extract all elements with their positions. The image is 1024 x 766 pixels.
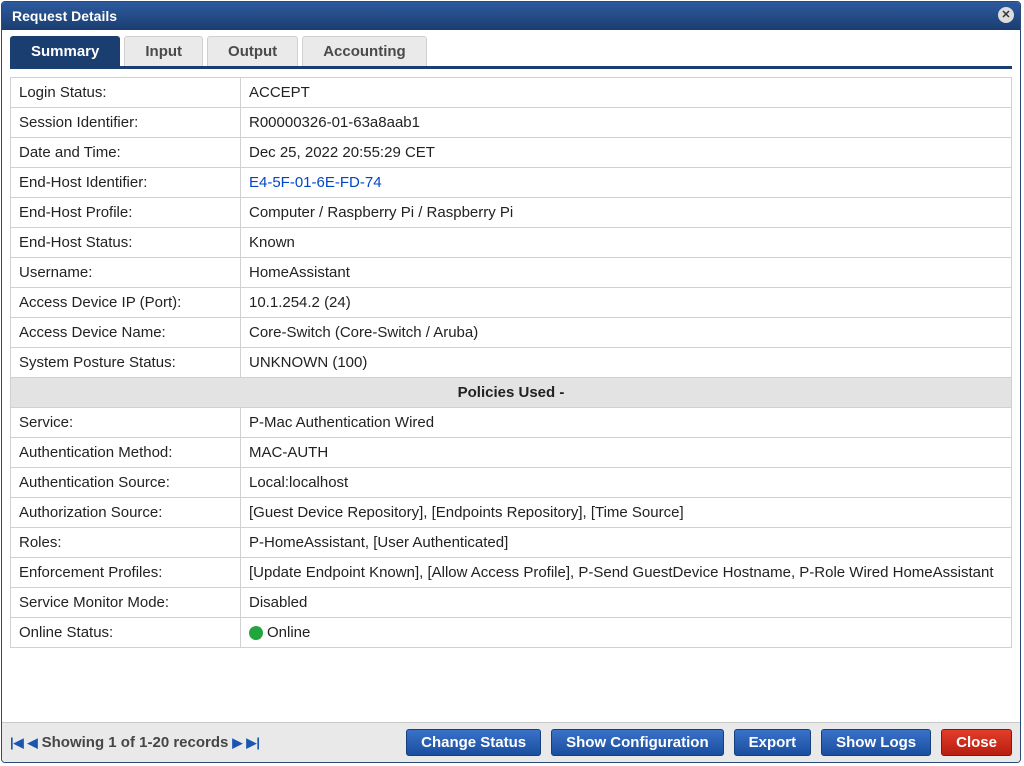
row-value: [Update Endpoint Known], [Allow Access P… [241, 558, 1012, 588]
row-label: Session Identifier: [11, 108, 241, 138]
table-row: Service Monitor Mode:Disabled [11, 588, 1012, 618]
row-value: P-HomeAssistant, [User Authenticated] [241, 528, 1012, 558]
row-value: Dec 25, 2022 20:55:29 CET [241, 138, 1012, 168]
row-value: Disabled [241, 588, 1012, 618]
table-row: System Posture Status:UNKNOWN (100) [11, 348, 1012, 378]
row-value: ACCEPT [241, 78, 1012, 108]
table-row: Service:P-Mac Authentication Wired [11, 408, 1012, 438]
row-label: Authentication Source: [11, 468, 241, 498]
table-row: Session Identifier:R00000326-01-63a8aab1 [11, 108, 1012, 138]
tab-accounting[interactable]: Accounting [302, 36, 427, 66]
policies-header: Policies Used - [11, 378, 1012, 408]
row-label: Date and Time: [11, 138, 241, 168]
table-row: Roles:P-HomeAssistant, [User Authenticat… [11, 528, 1012, 558]
table-row: Authorization Source:[Guest Device Repos… [11, 498, 1012, 528]
tab-input[interactable]: Input [124, 36, 203, 66]
row-label: Login Status: [11, 78, 241, 108]
row-value: UNKNOWN (100) [241, 348, 1012, 378]
row-value: HomeAssistant [241, 258, 1012, 288]
table-row: Access Device IP (Port):10.1.254.2 (24) [11, 288, 1012, 318]
row-value: Core-Switch (Core-Switch / Aruba) [241, 318, 1012, 348]
dialog-body: Summary Input Output Accounting Login St… [2, 30, 1020, 722]
details-table: Login Status:ACCEPTSession Identifier:R0… [10, 77, 1012, 648]
tab-summary[interactable]: Summary [10, 36, 120, 66]
row-label: Service Monitor Mode: [11, 588, 241, 618]
table-row: Enforcement Profiles:[Update Endpoint Kn… [11, 558, 1012, 588]
row-value: Online [241, 618, 1012, 648]
tab-bar: Summary Input Output Accounting [10, 36, 1012, 69]
row-label: Access Device IP (Port): [11, 288, 241, 318]
row-label: Roles: [11, 528, 241, 558]
table-row: Login Status:ACCEPT [11, 78, 1012, 108]
row-value: [Guest Device Repository], [Endpoints Re… [241, 498, 1012, 528]
dialog-titlebar: Request Details ✕ [2, 2, 1020, 30]
table-row: Access Device Name:Core-Switch (Core-Swi… [11, 318, 1012, 348]
pager-first-icon[interactable]: |◀ [10, 735, 24, 751]
row-label: Authentication Method: [11, 438, 241, 468]
pager-text: Showing 1 of 1-20 records [42, 734, 229, 751]
online-status-text: Online [267, 624, 310, 641]
show-configuration-button[interactable]: Show Configuration [551, 729, 723, 756]
row-label: End-Host Profile: [11, 198, 241, 228]
row-value: R00000326-01-63a8aab1 [241, 108, 1012, 138]
row-label: End-Host Status: [11, 228, 241, 258]
pager: |◀ ◀ Showing 1 of 1-20 records ▶ ▶| [10, 734, 260, 751]
dialog-footer: |◀ ◀ Showing 1 of 1-20 records ▶ ▶| Chan… [2, 722, 1020, 762]
row-label: System Posture Status: [11, 348, 241, 378]
table-row: Authentication Source:Local:localhost [11, 468, 1012, 498]
table-row: Online Status: Online [11, 618, 1012, 648]
content-scroll[interactable]: Login Status:ACCEPTSession Identifier:R0… [10, 77, 1012, 722]
row-value: MAC-AUTH [241, 438, 1012, 468]
row-label: End-Host Identifier: [11, 168, 241, 198]
pager-last-icon[interactable]: ▶| [246, 735, 260, 751]
table-row: End-Host Status:Known [11, 228, 1012, 258]
pager-next-icon[interactable]: ▶ [232, 735, 242, 751]
row-value: Known [241, 228, 1012, 258]
change-status-button[interactable]: Change Status [406, 729, 541, 756]
table-row: End-Host Profile:Computer / Raspberry Pi… [11, 198, 1012, 228]
table-row: Username:HomeAssistant [11, 258, 1012, 288]
row-value: P-Mac Authentication Wired [241, 408, 1012, 438]
row-label: Username: [11, 258, 241, 288]
pager-prev-icon[interactable]: ◀ [28, 735, 38, 751]
row-value: E4-5F-01-6E-FD-74 [241, 168, 1012, 198]
row-value: Local:localhost [241, 468, 1012, 498]
row-label: Access Device Name: [11, 318, 241, 348]
close-icon[interactable]: ✕ [998, 7, 1014, 23]
row-value: 10.1.254.2 (24) [241, 288, 1012, 318]
footer-buttons: Change Status Show Configuration Export … [406, 729, 1012, 756]
show-logs-button[interactable]: Show Logs [821, 729, 931, 756]
row-label: Enforcement Profiles: [11, 558, 241, 588]
close-button[interactable]: Close [941, 729, 1012, 756]
end-host-identifier-link[interactable]: E4-5F-01-6E-FD-74 [249, 174, 382, 191]
online-status-icon [249, 626, 263, 640]
request-details-dialog: Request Details ✕ Summary Input Output A… [1, 1, 1021, 763]
dialog-title: Request Details [12, 8, 117, 24]
tab-output[interactable]: Output [207, 36, 298, 66]
row-value: Computer / Raspberry Pi / Raspberry Pi [241, 198, 1012, 228]
table-row: Authentication Method:MAC-AUTH [11, 438, 1012, 468]
row-label: Service: [11, 408, 241, 438]
table-row: End-Host Identifier: E4-5F-01-6E-FD-74 [11, 168, 1012, 198]
table-row: Date and Time:Dec 25, 2022 20:55:29 CET [11, 138, 1012, 168]
row-label: Online Status: [11, 618, 241, 648]
row-label: Authorization Source: [11, 498, 241, 528]
export-button[interactable]: Export [734, 729, 812, 756]
